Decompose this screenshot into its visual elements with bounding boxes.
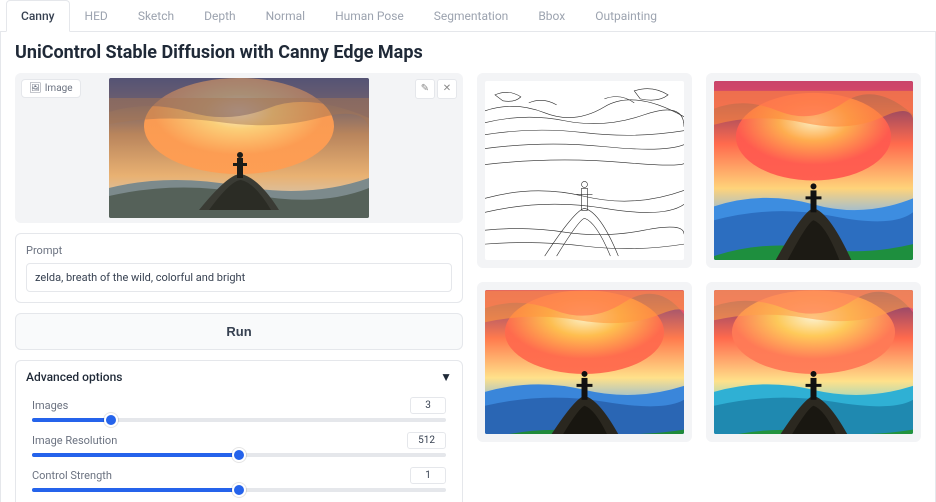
image-icon: 🖼 [29,83,42,94]
tab-outpainting[interactable]: Outpainting [580,0,672,32]
tab-human-pose[interactable]: Human Pose [320,0,419,32]
tab-depth[interactable]: Depth [189,0,251,32]
edit-image-button[interactable]: ✎ [415,79,435,99]
output-grid [477,73,921,442]
input-image-panel[interactable]: 🖼 Image ✎ ✕ [15,73,463,223]
slider-label: Image Resolution [32,434,117,447]
tab-segmentation[interactable]: Segmentation [419,0,524,32]
tab-sketch[interactable]: Sketch [123,0,189,32]
run-button[interactable]: Run [15,313,463,350]
output-image-3[interactable] [706,282,921,442]
advanced-toggle[interactable]: Advanced options ▼ [16,361,462,393]
advanced-title: Advanced options [26,370,122,384]
slider-control-strength: Control Strength 1 [32,467,446,492]
slider-images: Images 3 [32,397,446,422]
output-image-2[interactable] [477,282,692,442]
image-tag-label: Image [45,83,73,94]
tab-hed[interactable]: HED [70,0,123,32]
page-title: UniControl Stable Diffusion with Canny E… [15,32,921,73]
output-image-1[interactable] [706,73,921,268]
prompt-label: Prompt [26,244,452,257]
input-image-preview [109,78,369,218]
chevron-down-icon: ▼ [440,370,452,384]
slider-value[interactable]: 3 [410,397,446,414]
slider-image-resolution: Image Resolution 512 [32,432,446,457]
slider-track[interactable] [32,418,446,422]
slider-value[interactable]: 1 [410,467,446,484]
clear-image-button[interactable]: ✕ [437,79,457,99]
advanced-options: Advanced options ▼ Images 3 Image Resoluti… [15,360,463,502]
slider-value[interactable]: 512 [407,432,446,449]
prompt-card: Prompt [15,233,463,303]
tab-bbox[interactable]: Bbox [523,0,580,32]
output-edge-map[interactable] [477,73,692,268]
tab-bar: CannyHEDSketchDepthNormalHuman PoseSegme… [0,0,936,32]
slider-thumb[interactable] [232,483,246,497]
advanced-body: Images 3 Image Resolution 512 Control Streng… [16,393,462,502]
slider-label: Images [32,399,68,412]
slider-label: Control Strength [32,469,112,482]
image-tag: 🖼 Image [21,79,81,98]
slider-thumb[interactable] [104,413,118,427]
slider-track[interactable] [32,453,446,457]
tab-canny[interactable]: Canny [6,0,70,32]
prompt-input[interactable] [26,263,452,292]
slider-thumb[interactable] [232,448,246,462]
tab-normal[interactable]: Normal [251,0,320,32]
slider-track[interactable] [32,488,446,492]
